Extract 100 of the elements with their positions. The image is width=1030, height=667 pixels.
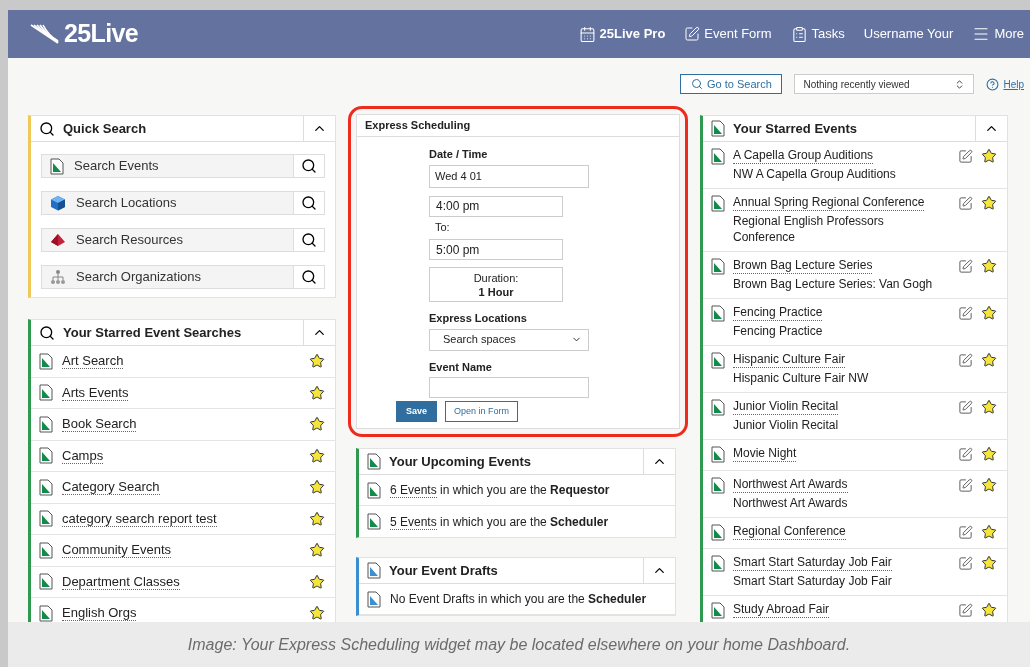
star-icon[interactable] [309, 353, 325, 370]
document-icon [711, 352, 725, 369]
time-field[interactable]: 5:00 pm [429, 239, 563, 260]
star-icon[interactable] [981, 446, 997, 462]
search-icon [301, 232, 317, 248]
nav-link[interactable]: Username Your [863, 24, 954, 44]
event-name-field[interactable] [429, 377, 589, 398]
quick-search-row[interactable]: Search Organizations [41, 265, 325, 289]
star-icon[interactable] [981, 477, 997, 493]
document-icon [39, 478, 53, 496]
search-link[interactable]: English Orgs [62, 605, 137, 622]
search-link[interactable]: Art Search [62, 353, 124, 370]
save-button[interactable]: Save [396, 401, 438, 422]
edit-icon[interactable] [958, 353, 973, 368]
upcoming-events-text: 6 Events in which you are the Requestor [390, 482, 610, 499]
search-link[interactable]: Department Classes [62, 573, 180, 590]
star-icon[interactable] [981, 555, 997, 571]
star-icon[interactable] [309, 573, 325, 590]
events-link[interactable]: 5 Events [390, 514, 437, 530]
quick-search-label: Search Locations [76, 194, 177, 213]
star-icon[interactable] [981, 524, 997, 540]
event-link[interactable]: Hispanic Culture Fair [733, 352, 846, 368]
card-title: Your Upcoming Events [389, 452, 532, 471]
star-icon[interactable] [309, 479, 325, 496]
edit-icon[interactable] [958, 259, 973, 274]
event-link[interactable]: Movie Night [733, 446, 797, 462]
nav-link[interactable]: Event Form [684, 24, 772, 44]
locations-select[interactable]: Search spaces [429, 328, 589, 351]
search-link[interactable]: Arts Events [62, 384, 129, 401]
edit-icon[interactable] [958, 149, 973, 164]
quick-search-row[interactable]: Search Events [41, 154, 325, 178]
logo-text: 25Live [64, 18, 139, 50]
field-label: Event Name [429, 359, 493, 375]
nav-link[interactable]: Tasks [790, 24, 845, 44]
star-icon[interactable] [981, 305, 997, 321]
star-icon[interactable] [981, 258, 997, 274]
document-icon [711, 399, 725, 416]
nav-link[interactable]: More [972, 24, 1024, 44]
search-button[interactable] [293, 266, 324, 288]
event-link[interactable]: Annual Spring Regional Conference [733, 195, 925, 211]
document-icon [711, 602, 725, 619]
search-button[interactable] [293, 155, 324, 177]
star-icon[interactable] [981, 352, 997, 368]
document-icon [367, 453, 381, 470]
edit-icon[interactable] [958, 400, 973, 415]
event-link[interactable]: Study Abroad Fair [733, 602, 830, 618]
edit-icon[interactable] [958, 525, 973, 540]
star-icon[interactable] [309, 542, 325, 559]
event-subtitle: Brown Bag Lecture Series: Van Gogh [733, 276, 934, 292]
search-button[interactable] [293, 229, 324, 251]
recent-select[interactable]: Nothing recently viewed [794, 74, 975, 94]
star-icon[interactable] [309, 416, 325, 433]
star-icon[interactable] [981, 195, 997, 211]
document-icon [39, 447, 53, 465]
document-icon [367, 513, 381, 530]
go-to-search-button[interactable]: Go to Search [680, 74, 783, 94]
search-button[interactable] [293, 192, 324, 214]
search-link[interactable]: category search report test [62, 510, 217, 527]
search-link[interactable]: Community Events [62, 542, 172, 559]
edit-icon[interactable] [958, 556, 973, 571]
star-icon[interactable] [981, 602, 997, 618]
edit-icon [684, 26, 701, 42]
event-link[interactable]: Fencing Practice [733, 305, 823, 321]
document-icon [711, 195, 725, 212]
open-in-form-button[interactable]: Open in Form [445, 401, 519, 422]
document-icon [711, 446, 725, 463]
star-icon[interactable] [309, 447, 325, 464]
quick-search-row[interactable]: Search Locations [41, 191, 325, 215]
edit-icon[interactable] [958, 447, 973, 462]
event-subtitle: Fencing Practice [733, 323, 824, 339]
event-link[interactable]: Brown Bag Lecture Series [733, 258, 873, 274]
help-link[interactable]: Help [986, 76, 1024, 92]
event-link[interactable]: Regional Conference [733, 524, 846, 540]
star-icon[interactable] [309, 384, 325, 401]
star-icon[interactable] [309, 605, 325, 622]
nav-link[interactable]: 25Live Pro [578, 24, 666, 44]
document-icon [39, 384, 53, 402]
edit-icon[interactable] [958, 478, 973, 493]
event-link[interactable]: Junior Violin Recital [733, 399, 839, 415]
star-icon[interactable] [981, 399, 997, 415]
document-icon [711, 477, 725, 494]
edit-icon[interactable] [958, 306, 973, 321]
star-icon[interactable] [981, 148, 997, 164]
event-link[interactable]: Northwest Art Awards [733, 477, 848, 493]
events-link[interactable]: 6 Events [390, 483, 437, 498]
help-icon [986, 77, 1000, 91]
card-title: Your Starred Event Searches [63, 323, 242, 342]
event-subtitle: NW A Capella Group Auditions [733, 166, 897, 182]
star-icon[interactable] [309, 510, 325, 527]
edit-icon[interactable] [958, 603, 973, 618]
time-field[interactable]: 4:00 pm [429, 195, 563, 217]
duration-value: 1 Hour [478, 284, 514, 299]
event-link[interactable]: A Capella Group Auditions [733, 148, 874, 164]
quick-search-row[interactable]: Search Resources [41, 228, 325, 252]
date-field[interactable]: Wed 4 01 [429, 164, 589, 188]
edit-icon[interactable] [958, 196, 973, 211]
event-link[interactable]: Smart Start Saturday Job Fair [733, 555, 892, 571]
search-link[interactable]: Camps [62, 447, 104, 464]
search-link[interactable]: Category Search [62, 479, 160, 496]
search-link[interactable]: Book Search [62, 416, 137, 433]
